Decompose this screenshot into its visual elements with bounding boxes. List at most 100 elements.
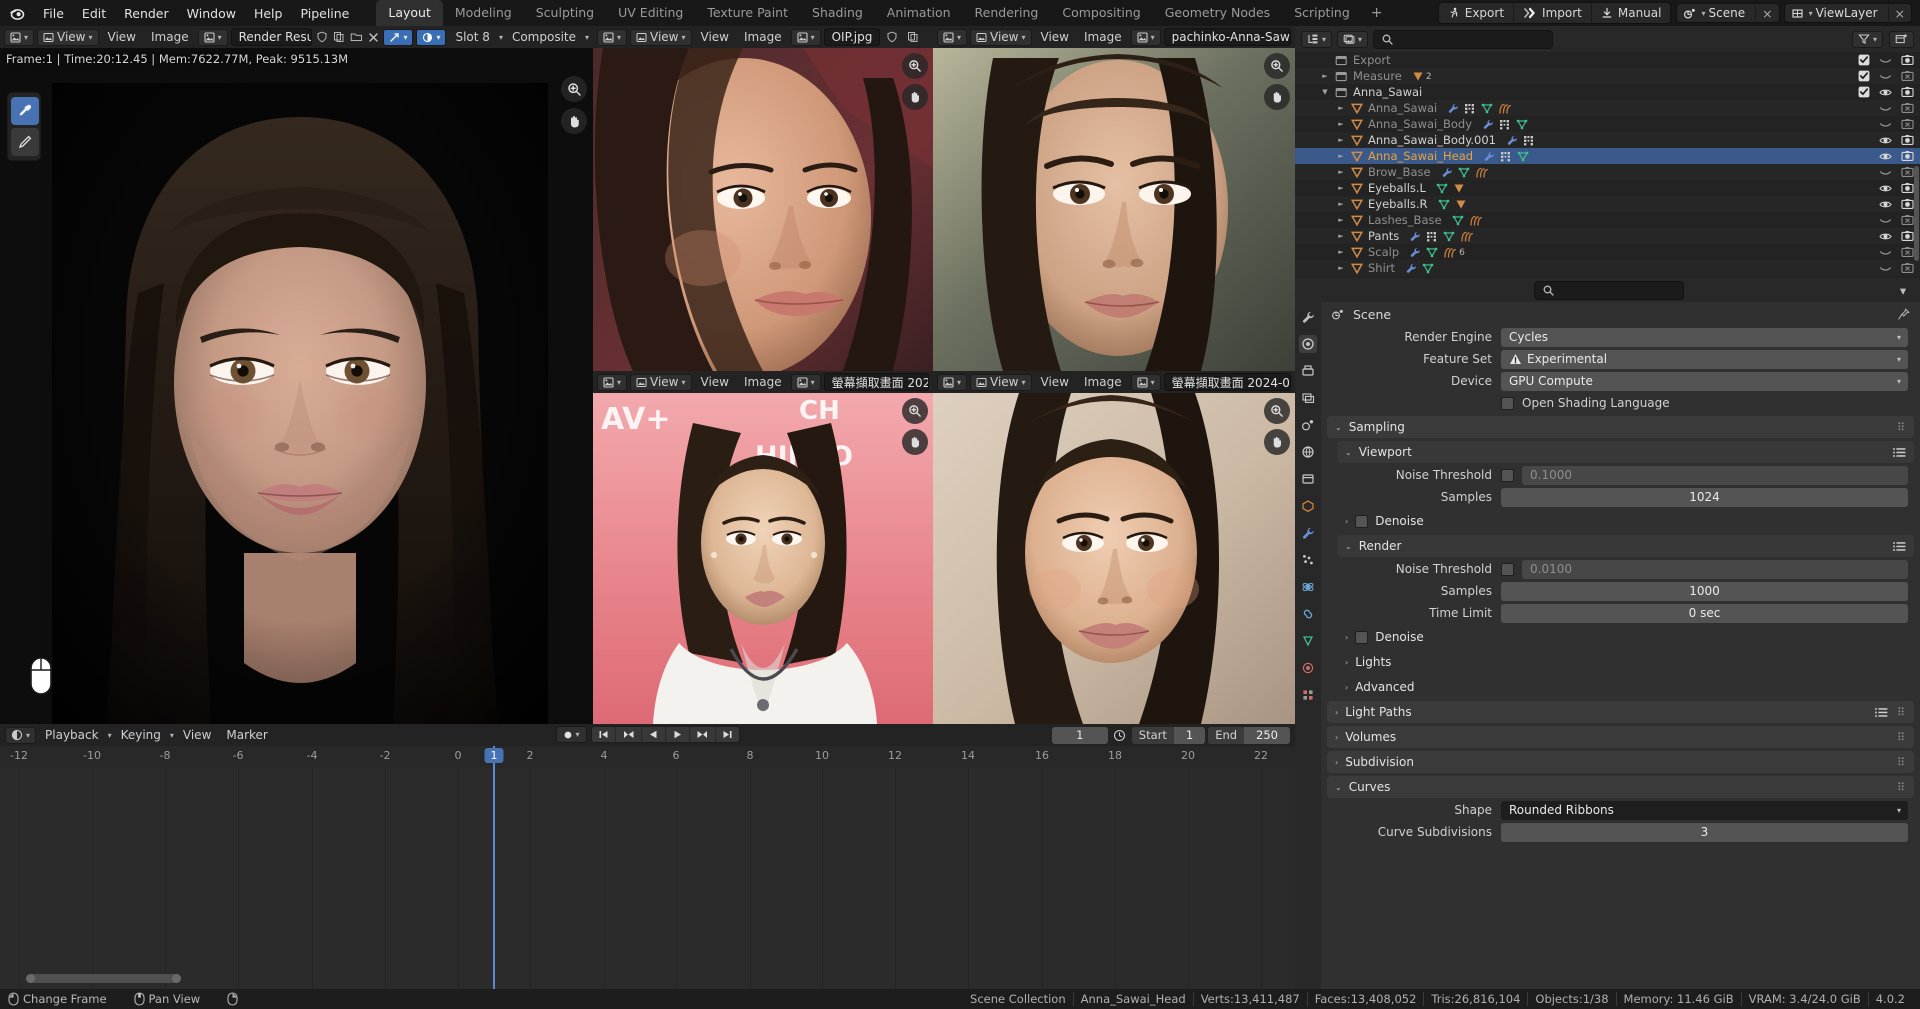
disable-in-renders-icon[interactable] [1901,102,1914,114]
timeline-horizontal-scrollbar[interactable] [26,974,181,983]
menu-window[interactable]: Window [178,3,245,24]
menu-view[interactable]: View [695,373,735,391]
property-value-field[interactable]: 1024 [1501,487,1908,507]
new-copy-icon[interactable] [332,29,346,46]
new-copy-icon[interactable] [904,29,922,46]
pin-icon[interactable] [1897,308,1910,321]
render-canvas[interactable]: Frame:1 | Time:20:12.45 | Mem:7622.77M, … [0,48,593,724]
panel-open-icon[interactable]: ⌄ [1345,542,1352,551]
jump-start-icon[interactable] [592,727,615,742]
workspace-tab-compositing[interactable]: Compositing [1050,0,1152,26]
menu-image[interactable]: Image [1078,28,1128,46]
panel-open-icon[interactable]: ⌄ [1345,448,1352,457]
image-name-field[interactable]: 螢幕擷取畫面 2024-01-14 170939 [1163,373,1291,391]
scene-selector[interactable]: ▾ Scene × [1676,3,1780,23]
panel-closed-icon[interactable]: › [1345,517,1348,526]
pan-hand-icon[interactable] [1264,429,1290,455]
pan-hand-icon[interactable] [902,429,928,455]
zoom-in-icon[interactable] [1264,53,1290,79]
zoom-in-icon[interactable] [1264,398,1290,424]
property-value-field[interactable]: 3 [1501,822,1908,842]
hide-in-viewport-icon[interactable] [1879,183,1892,194]
hide-in-viewport-icon[interactable] [1879,119,1892,130]
editor-type-selector[interactable]: ▾ [937,373,968,391]
fake-user-shield-icon[interactable] [883,29,901,46]
view-mode-selector[interactable]: View ▾ [630,373,692,391]
particles-icon[interactable] [1499,119,1511,130]
datablock-name-field[interactable]: Render Result [230,28,313,46]
panel-drag-grip-icon[interactable]: ⠿ [1897,756,1906,769]
particles-icon[interactable] [1426,231,1438,242]
modifier-wrench-icon[interactable] [1483,151,1495,162]
workspace-tab-shading[interactable]: Shading [800,0,875,26]
new-collection-button[interactable] [1889,30,1914,48]
disable-in-renders-icon[interactable] [1901,54,1914,66]
hide-in-viewport-icon[interactable] [1879,215,1892,226]
hair-curves-icon[interactable] [1498,103,1512,114]
workspace-tab-layout[interactable]: Layout [376,0,443,26]
menu-help[interactable]: Help [245,3,292,24]
properties-tab-particle-properties[interactable] [1299,551,1317,569]
editor-type-selector[interactable]: ▾ [4,28,35,46]
panel-enable-checkbox[interactable] [1355,514,1369,528]
disclosure-closed-icon[interactable]: ► [1335,264,1347,272]
object-orange-icon[interactable] [1455,199,1467,210]
collection-exclude-checkbox[interactable] [1858,70,1870,82]
image-name-field[interactable]: pachinko-Anna-Sawai-930x620.p [1163,28,1291,46]
hide-in-viewport-icon[interactable] [1879,263,1892,274]
render-slot-selector[interactable]: ▾ [383,28,414,46]
mesh-data-orange-icon[interactable] [1412,71,1424,82]
menu-keying[interactable]: Keying [115,726,167,744]
auto-keying-toggle[interactable]: ▾ [555,726,587,743]
outliner-row[interactable]: ► Eyeballs.L [1295,180,1920,196]
panel-closed-icon[interactable]: › [1335,758,1338,767]
fake-user-shield-icon[interactable] [315,29,329,46]
menu-view[interactable]: View [695,28,735,46]
blender-logo-icon[interactable] [6,2,28,24]
zoom-in-icon[interactable] [902,53,928,79]
disclosure-open-icon[interactable]: ▼ [1319,88,1331,96]
menu-pipeline[interactable]: Pipeline [291,3,358,24]
disable-in-renders-icon[interactable] [1901,198,1914,210]
properties-tab-view-layer[interactable] [1299,389,1317,407]
timeline-grid[interactable] [0,768,1295,989]
workspace-tab-uv-editing[interactable]: UV Editing [606,0,695,26]
disable-in-renders-icon[interactable] [1901,182,1914,194]
layer-chevron-down-icon[interactable]: ▾ [585,33,589,42]
hair-curves-icon[interactable] [1475,167,1489,178]
pan-hand-icon[interactable] [1264,84,1290,110]
mesh-data-icon[interactable] [1422,263,1434,274]
menu-marker[interactable]: Marker [220,726,273,744]
properties-tab-scene-properties[interactable] [1299,416,1317,434]
outliner-row[interactable]: ► Anna_Sawai_Body.001 [1295,132,1920,148]
mesh-data-icon[interactable] [1517,151,1529,162]
outliner-row[interactable]: ► Scalp 6 [1295,244,1920,260]
datablock-type-icon[interactable]: ▾ [1130,28,1161,46]
view-mode-selector[interactable]: View ▾ [37,28,99,46]
frame-start-field[interactable]: Start 1 [1131,726,1206,744]
properties-content[interactable]: Scene Render Engine Cycles ▾ Feature Set Exp… [1321,302,1920,989]
workspace-tab-geometry-nodes[interactable]: Geometry Nodes [1153,0,1282,26]
open-folder-icon[interactable] [349,29,363,46]
property-panel-header[interactable]: › Lights [1337,651,1914,673]
export-button[interactable]: Export [1439,3,1513,23]
properties-tab-texture-properties[interactable] [1299,686,1317,704]
property-value-field[interactable]: 0.0100 [1522,559,1908,579]
disclosure-closed-icon[interactable]: ► [1335,248,1347,256]
properties-tab-physics-properties[interactable] [1299,578,1317,596]
datablock-type-icon[interactable]: ▾ [197,28,228,46]
menu-view[interactable]: View [1035,373,1075,391]
workspace-tab-scripting[interactable]: Scripting [1282,0,1362,26]
hide-in-viewport-icon[interactable] [1879,231,1892,242]
workspace-tab-rendering[interactable]: Rendering [963,0,1051,26]
panel-enable-checkbox[interactable] [1355,630,1369,644]
property-panel-header[interactable]: ⌄ Curves ⠿ [1327,776,1914,798]
outliner-row[interactable]: ► Anna_Sawai_Head [1295,148,1920,164]
properties-tab-constraint-properties[interactable] [1299,605,1317,623]
disclosure-closed-icon[interactable]: ► [1335,152,1347,160]
zoom-in-icon[interactable] [561,76,587,102]
property-value-field[interactable]: Cycles ▾ [1501,327,1908,347]
property-checkbox[interactable] [1501,562,1514,576]
particles-icon[interactable] [1464,103,1476,114]
properties-tab-render-properties[interactable] [1299,335,1317,353]
